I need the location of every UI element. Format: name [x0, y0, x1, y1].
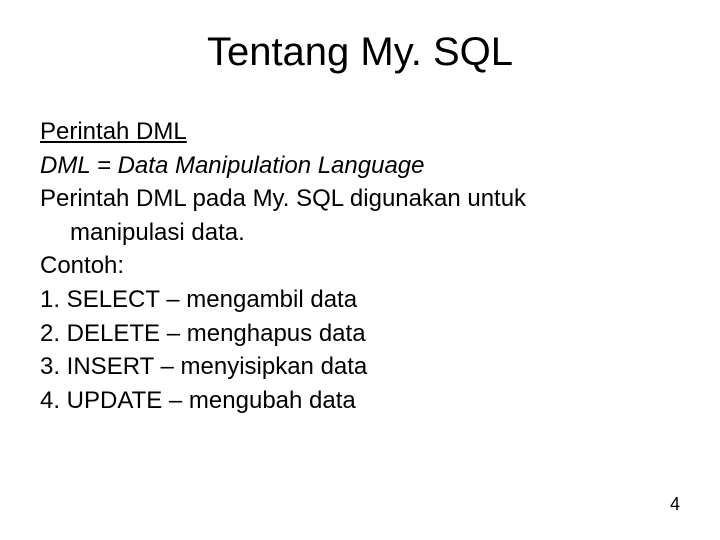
slide-content: Perintah DML DML = Data Manipulation Lan… — [40, 115, 680, 417]
definition-text: DML = Data Manipulation Language — [40, 149, 680, 183]
slide-title: Tentang My. SQL — [40, 30, 680, 75]
page-number: 4 — [670, 494, 680, 515]
section-subtitle: Perintah DML — [40, 115, 680, 149]
list-item: 4. UPDATE – mengubah data — [40, 384, 680, 418]
list-item: 1. SELECT – mengambil data — [40, 283, 680, 317]
example-label: Contoh: — [40, 249, 680, 283]
list-item: 2. DELETE – menghapus data — [40, 317, 680, 351]
slide-container: Tentang My. SQL Perintah DML DML = Data … — [0, 0, 720, 540]
description-line-2: manipulasi data. — [40, 216, 680, 250]
description-line-1: Perintah DML pada My. SQL digunakan untu… — [40, 182, 680, 216]
list-item: 3. INSERT – menyisipkan data — [40, 350, 680, 384]
